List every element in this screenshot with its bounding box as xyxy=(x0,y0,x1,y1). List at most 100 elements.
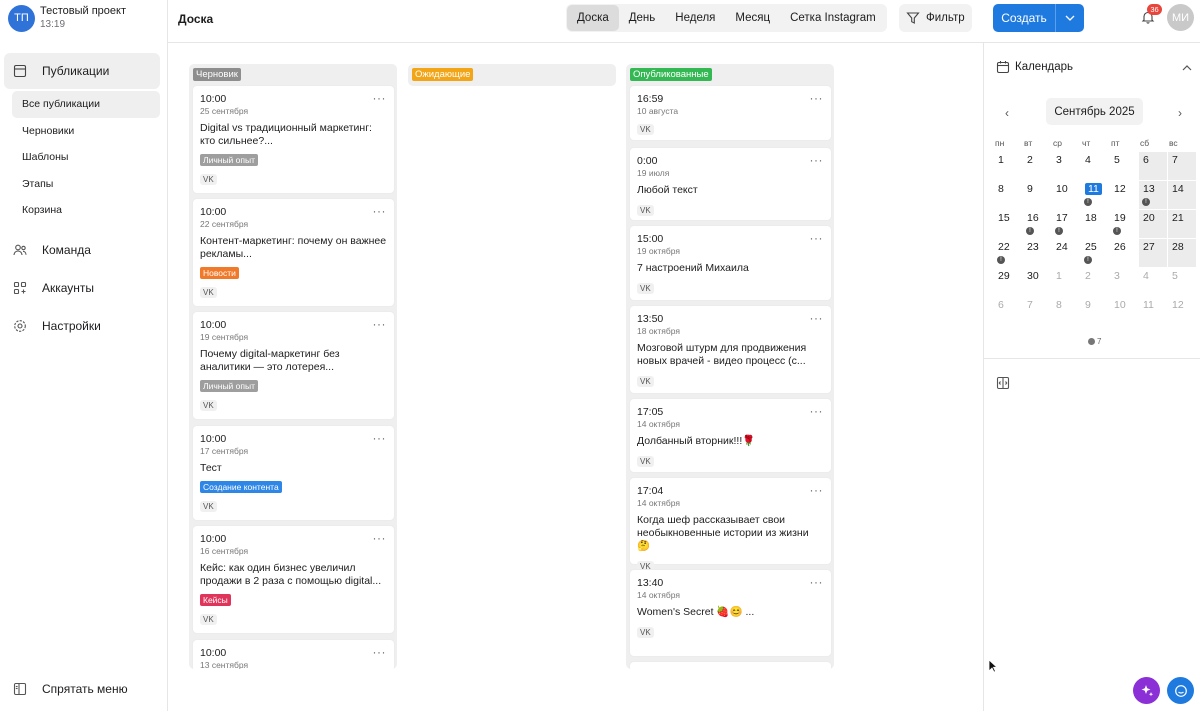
month-label[interactable]: Сентябрь 2025 xyxy=(1046,98,1143,125)
calendar-day[interactable]: 5 xyxy=(1168,268,1196,296)
calendar-day[interactable]: 4 xyxy=(1139,268,1167,296)
calendar-day[interactable]: 7 xyxy=(1168,152,1196,180)
post-card[interactable]: 17:05 14 октября Долбанный вторник!!!🌹 VK ··… xyxy=(630,399,831,472)
calendar-day[interactable]: 1 xyxy=(1052,268,1080,296)
post-card[interactable]: 13:50 18 октября Мозговой штурм для продви… xyxy=(630,306,831,393)
post-card[interactable]: 16:59 10 августа VK ··· xyxy=(630,86,831,140)
more-options-icon[interactable]: ··· xyxy=(373,91,387,105)
calendar-day[interactable]: 9 xyxy=(1081,297,1109,325)
ai-assistant-button[interactable] xyxy=(1133,677,1160,704)
calendar-day[interactable]: 25! xyxy=(1081,239,1109,267)
calendar-day[interactable]: 10 xyxy=(1110,297,1138,325)
calendar-day[interactable]: 22! xyxy=(994,239,1022,267)
post-card[interactable]: 13:40 14 октября Women's Secret 🍓😊 ... VK ··… xyxy=(630,570,831,656)
calendar-day[interactable]: 11 xyxy=(1139,297,1167,325)
calendar-day[interactable]: 9 xyxy=(1023,181,1051,209)
calendar-day[interactable]: 19! xyxy=(1110,210,1138,238)
post-card[interactable]: 0:00 19 июля Любой текст VK ··· xyxy=(630,148,831,220)
sidebar-item-accounts[interactable]: Аккаунты xyxy=(13,281,94,295)
project-switcher[interactable]: ТП Тестовый проект 13:19 xyxy=(0,0,167,36)
support-chat-button[interactable] xyxy=(1167,677,1194,704)
more-options-icon[interactable]: ··· xyxy=(373,204,387,218)
chevron-left-icon[interactable]: ‹ xyxy=(1005,106,1009,120)
calendar-day[interactable]: 7 xyxy=(1023,297,1051,325)
more-options-icon[interactable]: ··· xyxy=(810,667,824,669)
more-options-icon[interactable]: ··· xyxy=(810,91,824,105)
calendar-day[interactable]: 30 xyxy=(1023,268,1051,296)
view-instagram-grid-button[interactable]: Сетка Instagram xyxy=(780,5,886,31)
calendar-day[interactable]: 18 xyxy=(1081,210,1109,238)
calendar-day[interactable]: 2 xyxy=(1081,268,1109,296)
post-card[interactable]: 10:0013 сентября5 частых ошибок в digita… xyxy=(193,640,394,669)
hide-menu-button[interactable]: Спрятать меню xyxy=(13,682,128,696)
more-options-icon[interactable]: ··· xyxy=(810,404,824,418)
calendar-day[interactable]: 14 xyxy=(1168,181,1196,209)
subnav-templates[interactable]: Шаблоны xyxy=(12,144,160,171)
subnav-all-publications[interactable]: Все публикации xyxy=(12,91,160,118)
calendar-day[interactable]: 8 xyxy=(994,181,1022,209)
calendar-day[interactable]: 20 xyxy=(1139,210,1167,238)
calendar-day[interactable]: 24 xyxy=(1052,239,1080,267)
sidebar-item-team[interactable]: Команда xyxy=(13,243,91,257)
more-options-icon[interactable]: ··· xyxy=(373,317,387,331)
view-day-button[interactable]: День xyxy=(619,5,666,31)
calendar-day[interactable]: 12 xyxy=(1110,181,1138,209)
filter-button[interactable]: Фильтр xyxy=(899,4,972,32)
sidebar-item-publications[interactable]: Публикации xyxy=(4,53,160,89)
calendar-day[interactable]: 11! xyxy=(1081,181,1109,209)
calendar-day[interactable]: 16! xyxy=(1023,210,1051,238)
calendar-day[interactable]: 15 xyxy=(994,210,1022,238)
post-card[interactable]: 15:00 19 октября 7 настроений Михаила VK ··· xyxy=(630,226,831,300)
calendar-day[interactable]: 27 xyxy=(1139,239,1167,267)
chevron-up-icon[interactable] xyxy=(1182,60,1192,72)
calendar-day[interactable]: 12 xyxy=(1168,297,1196,325)
more-options-icon[interactable]: ··· xyxy=(810,575,824,589)
vk-network-badge: VK xyxy=(637,283,654,294)
more-options-icon[interactable]: ··· xyxy=(373,431,387,445)
calendar-day[interactable]: 1 xyxy=(994,152,1022,180)
create-button[interactable]: Создать xyxy=(993,4,1084,32)
calendar-day[interactable]: 4 xyxy=(1081,152,1109,180)
post-card[interactable]: 17:04 14 октября Когда шеф рассказывает св… xyxy=(630,478,831,572)
subnav-trash[interactable]: Корзина xyxy=(12,197,160,224)
sidebar-item-settings[interactable]: Настройки xyxy=(13,319,101,333)
calendar-day[interactable]: 5 xyxy=(1110,152,1138,180)
post-card[interactable]: 10:00 19 сентября Почему digital-маркетинг… xyxy=(193,312,394,419)
chevron-right-icon[interactable]: › xyxy=(1178,106,1182,120)
view-month-button[interactable]: Месяц xyxy=(725,5,780,31)
more-options-icon[interactable]: ··· xyxy=(810,153,824,167)
calendar-day[interactable]: 8 xyxy=(1052,297,1080,325)
subnav-drafts[interactable]: Черновики xyxy=(12,118,160,145)
user-avatar[interactable]: МИ xyxy=(1167,4,1194,31)
post-card[interactable]: 10:00 17 сентября Тест Создание контента VK ·… xyxy=(193,426,394,520)
calendar-day[interactable]: 13! xyxy=(1139,181,1167,209)
more-options-icon[interactable]: ··· xyxy=(810,311,824,325)
day-number: 10 xyxy=(1056,183,1068,195)
calendar-day[interactable]: 23 xyxy=(1023,239,1051,267)
calendar-day[interactable]: 17! xyxy=(1052,210,1080,238)
post-card[interactable]: 10:00 25 сентября Digital vs традиционный … xyxy=(193,86,394,193)
create-dropdown-button[interactable] xyxy=(1056,15,1084,21)
calendar-day[interactable]: 2 xyxy=(1023,152,1051,180)
post-card[interactable]: 10:00 16 сентября Кейс: как один бизнес ув… xyxy=(193,526,394,633)
view-board-button[interactable]: Доска xyxy=(567,5,619,31)
calendar-day[interactable]: 6 xyxy=(994,297,1022,325)
calendar-day[interactable]: 26 xyxy=(1110,239,1138,267)
chat-icon xyxy=(1174,684,1187,697)
more-options-icon[interactable]: ··· xyxy=(373,531,387,545)
calendar-day[interactable]: 6 xyxy=(1139,152,1167,180)
more-options-icon[interactable]: ··· xyxy=(810,231,824,245)
calendar-day[interactable]: 28 xyxy=(1168,239,1196,267)
post-card[interactable]: 13:3314 октября··· xyxy=(630,662,831,669)
calendar-day[interactable]: 3 xyxy=(1052,152,1080,180)
view-week-button[interactable]: Неделя xyxy=(665,5,725,31)
more-options-icon[interactable]: ··· xyxy=(373,645,387,659)
calendar-day[interactable]: 10 xyxy=(1052,181,1080,209)
calendar-day[interactable]: 3 xyxy=(1110,268,1138,296)
panel-toggle-icon[interactable] xyxy=(996,376,1010,390)
calendar-day[interactable]: 21 xyxy=(1168,210,1196,238)
subnav-stages[interactable]: Этапы xyxy=(12,171,160,198)
more-options-icon[interactable]: ··· xyxy=(810,483,824,497)
post-card[interactable]: 10:00 22 сентября Контент-маркетинг: почем… xyxy=(193,199,394,306)
calendar-day[interactable]: 29 xyxy=(994,268,1022,296)
